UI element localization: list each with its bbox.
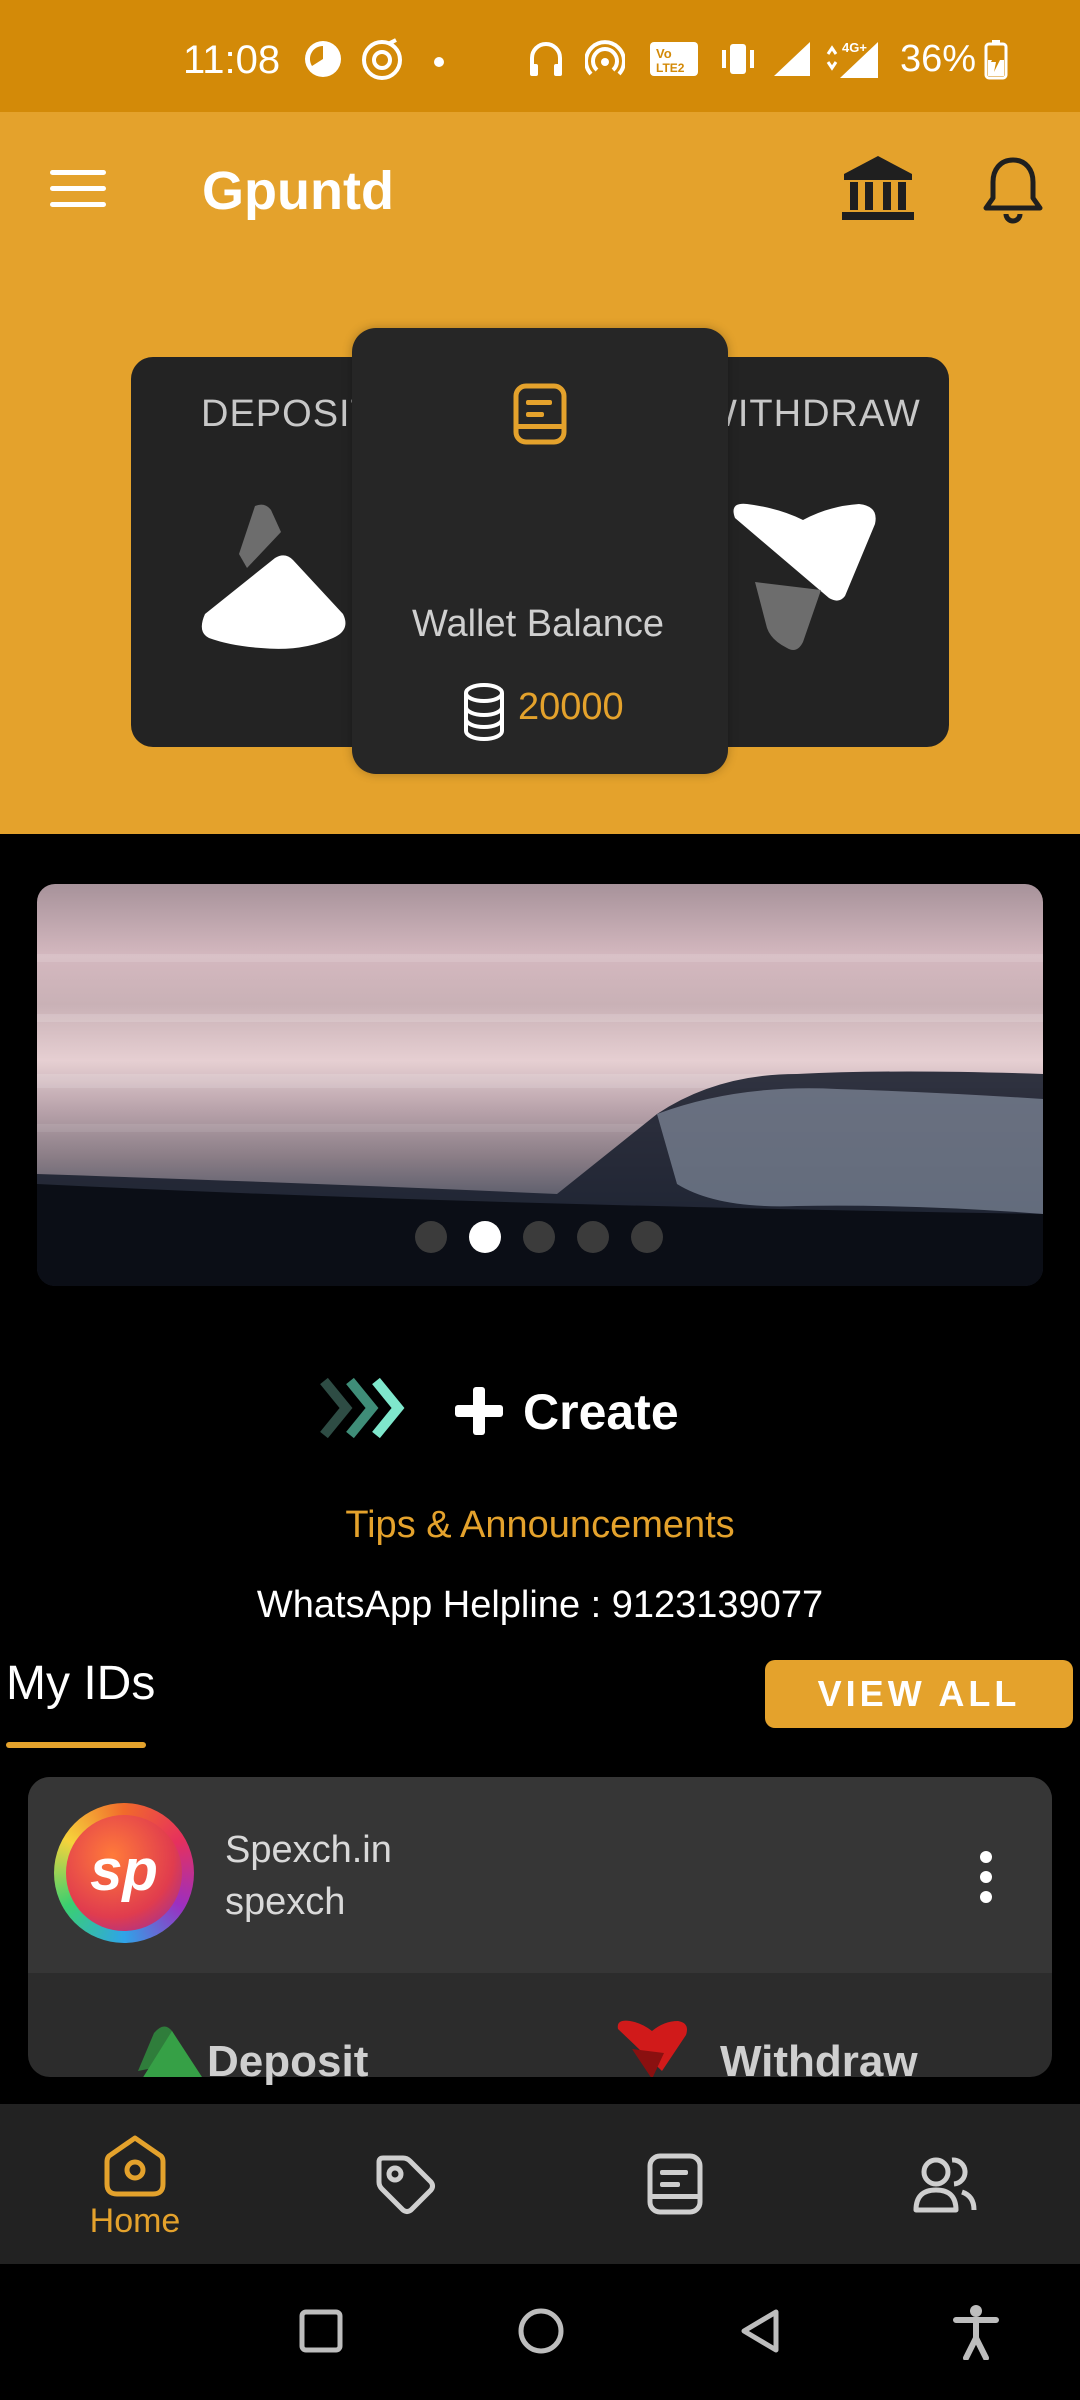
withdraw-card-label: WITHDRAW xyxy=(701,393,921,435)
system-nav-bar xyxy=(0,2264,1080,2400)
carousel-dot[interactable] xyxy=(415,1221,447,1253)
carousel-dot[interactable] xyxy=(523,1221,555,1253)
status-time: 11:08 xyxy=(183,38,281,82)
my-ids-underline xyxy=(6,1742,146,1748)
bank-icon[interactable] xyxy=(838,152,918,228)
bell-icon[interactable] xyxy=(978,152,1048,228)
nav-home-label: Home xyxy=(89,2202,181,2240)
wallet-balance-amount: 20000 xyxy=(518,686,624,728)
carousel-dot-active[interactable] xyxy=(469,1221,501,1253)
recents-icon[interactable] xyxy=(298,2308,344,2354)
id-username: spexch xyxy=(225,1881,346,1923)
home-icon xyxy=(104,2135,166,2197)
plus-icon xyxy=(455,1387,503,1435)
create-label: Create xyxy=(523,1384,679,1440)
battery-percent: 36% xyxy=(900,38,977,80)
signal-icon xyxy=(774,42,810,76)
tips-announcements-link[interactable]: Tips & Announcements xyxy=(0,1504,1080,1547)
nav-passbook[interactable] xyxy=(540,2104,810,2264)
deposit-arrow-icon xyxy=(201,504,346,649)
vibrate-icon xyxy=(722,44,754,74)
carousel-dot[interactable] xyxy=(577,1221,609,1253)
withdraw-arrow-icon xyxy=(733,503,876,650)
bottom-nav: Home xyxy=(0,2104,1080,2264)
menu-button[interactable] xyxy=(50,170,106,214)
wallet-balance-label: Wallet Balance xyxy=(412,603,665,645)
tag-icon xyxy=(376,2155,435,2214)
site-avatar-text: sp xyxy=(66,1815,182,1931)
id-card[interactable]: sp Spexch.in spexch xyxy=(28,1777,1052,2077)
nav-home[interactable]: Home xyxy=(0,2104,270,2264)
withdraw-card[interactable]: WITHDRAW xyxy=(701,357,949,747)
nav-offers[interactable] xyxy=(270,2104,540,2264)
coins-icon xyxy=(464,683,504,741)
svg-text:LTE2: LTE2 xyxy=(656,61,685,75)
pie-app-icon xyxy=(305,41,341,77)
id-withdraw-icon xyxy=(617,2020,687,2077)
my-ids-title: My IDs xyxy=(6,1657,156,1710)
chevrons-right-icon xyxy=(320,1377,405,1439)
view-all-button[interactable]: VIEW ALL xyxy=(765,1660,1073,1728)
volte-icon: VoLTE2 xyxy=(650,42,698,76)
nav-profile[interactable] xyxy=(810,2104,1080,2264)
home-circle-icon[interactable] xyxy=(516,2306,566,2356)
wallet-balance-card[interactable]: Wallet Balance 20000 xyxy=(352,328,728,774)
wallet-document-icon xyxy=(513,383,567,445)
id-withdraw-button[interactable]: Withdraw xyxy=(720,2037,918,2087)
menu-icon xyxy=(50,170,106,175)
back-icon[interactable] xyxy=(736,2306,786,2356)
status-bar: 11:08 Vo LTE2 4G+ 36% xyxy=(0,0,1080,112)
signal-4g-icon: 4G+ xyxy=(826,40,878,78)
app-screen: { "status_bar": { "time": "11:08", "batt… xyxy=(0,0,1080,2400)
battery-icon xyxy=(984,40,1008,80)
svg-text:4G+: 4G+ xyxy=(842,40,867,55)
document-icon xyxy=(647,2153,703,2215)
app-title: Gpuntd xyxy=(202,161,394,221)
carousel-dot[interactable] xyxy=(631,1221,663,1253)
music-target-icon xyxy=(362,38,402,80)
deposit-card[interactable]: DEPOSIT xyxy=(131,357,374,747)
deposit-card-label: DEPOSIT xyxy=(201,393,375,435)
whatsapp-helpline[interactable]: WhatsApp Helpline : 9123139077 xyxy=(0,1584,1080,1627)
svg-text:Vo: Vo xyxy=(656,46,672,61)
accessibility-icon[interactable] xyxy=(952,2304,1000,2360)
id-deposit-button[interactable]: Deposit xyxy=(207,2037,368,2087)
hotspot-icon xyxy=(585,40,625,76)
site-avatar: sp xyxy=(54,1803,194,1943)
id-card-header: sp Spexch.in spexch xyxy=(28,1777,1052,1973)
headphones-icon xyxy=(530,42,562,76)
id-site-name: Spexch.in xyxy=(225,1829,392,1871)
more-options-icon[interactable] xyxy=(976,1851,996,1903)
notification-dot-icon xyxy=(434,57,444,67)
users-icon xyxy=(913,2157,977,2213)
id-deposit-icon xyxy=(138,2026,202,2077)
